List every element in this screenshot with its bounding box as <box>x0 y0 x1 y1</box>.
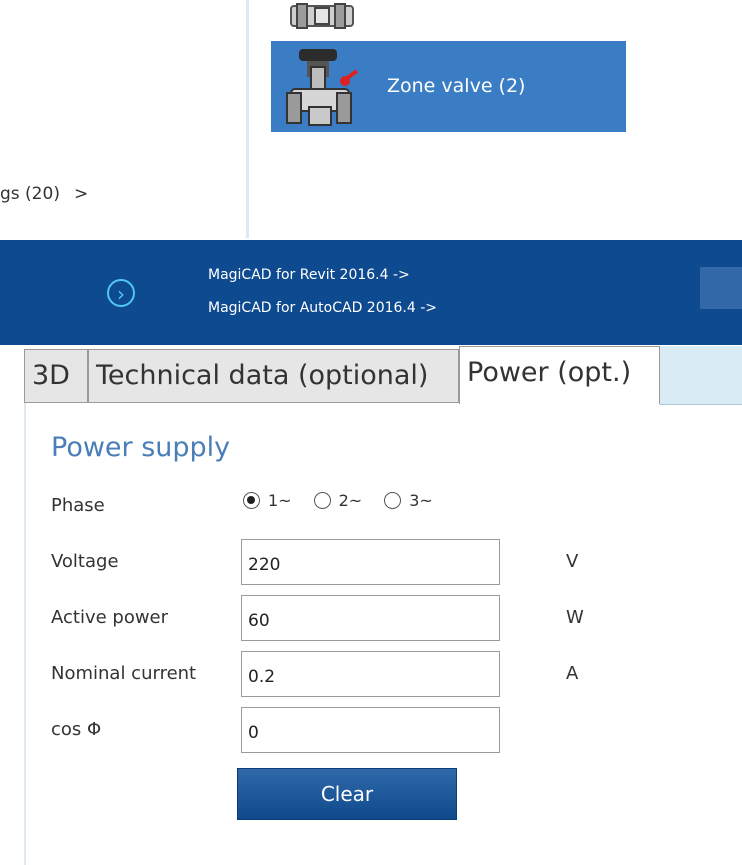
nominal-current-input[interactable] <box>241 651 500 697</box>
tab-power[interactable]: Power (opt.) <box>459 346 660 404</box>
phase-option-2[interactable]: 2~ <box>313 491 363 510</box>
phase-option-label: 1~ <box>268 491 292 510</box>
active-power-unit: W <box>566 607 584 628</box>
radio-unchecked-icon[interactable] <box>313 492 331 509</box>
category-label: gs (20) <box>0 184 60 204</box>
voltage-input[interactable] <box>241 539 500 585</box>
radio-checked-icon[interactable] <box>243 492 260 509</box>
phase-option-label: 3~ <box>409 491 433 510</box>
tab-technical-data[interactable]: Technical data (optional) <box>88 349 459 403</box>
voltage-unit: V <box>566 551 579 572</box>
zone-valve-icon <box>285 47 363 127</box>
cos-phi-label: cos Φ <box>51 719 102 740</box>
phase-option-label: 2~ <box>338 491 363 510</box>
phase-radio-group: 1~ 2~ 3~ <box>243 491 433 510</box>
panel-divider <box>246 0 249 238</box>
voltage-label: Voltage <box>51 551 119 572</box>
section-title: Power supply <box>51 432 231 463</box>
tab-3d[interactable]: 3D <box>24 349 88 403</box>
clear-button[interactable]: Clear <box>237 768 457 820</box>
chevron-right-icon: > <box>73 184 89 204</box>
phase-option-1[interactable]: 1~ <box>243 491 292 510</box>
nominal-current-label: Nominal current <box>51 663 197 684</box>
phase-option-3[interactable]: 3~ <box>384 491 433 510</box>
tile-label: Zone valve (2) <box>387 75 526 97</box>
circle-arrow-icon[interactable]: › <box>107 279 135 307</box>
link-magicad-revit[interactable]: MagiCAD for Revit 2016.4 -> <box>208 267 410 283</box>
tab-strip-filler <box>660 346 742 405</box>
phase-label: Phase <box>51 495 105 516</box>
active-power-input[interactable] <box>241 595 500 641</box>
banner-button[interactable] <box>700 267 742 309</box>
link-magicad-autocad[interactable]: MagiCAD for AutoCAD 2016.4 -> <box>208 300 437 316</box>
nominal-current-unit: A <box>566 663 579 684</box>
category-link[interactable]: gs (20) > <box>0 184 88 204</box>
product-tile-zone-valve[interactable]: Zone valve (2) <box>271 41 626 132</box>
cos-phi-input[interactable] <box>241 707 500 753</box>
pipe-fitting-icon[interactable] <box>287 0 357 30</box>
radio-unchecked-icon[interactable] <box>384 492 402 509</box>
panel-left-border <box>24 403 26 865</box>
active-power-label: Active power <box>51 607 169 628</box>
